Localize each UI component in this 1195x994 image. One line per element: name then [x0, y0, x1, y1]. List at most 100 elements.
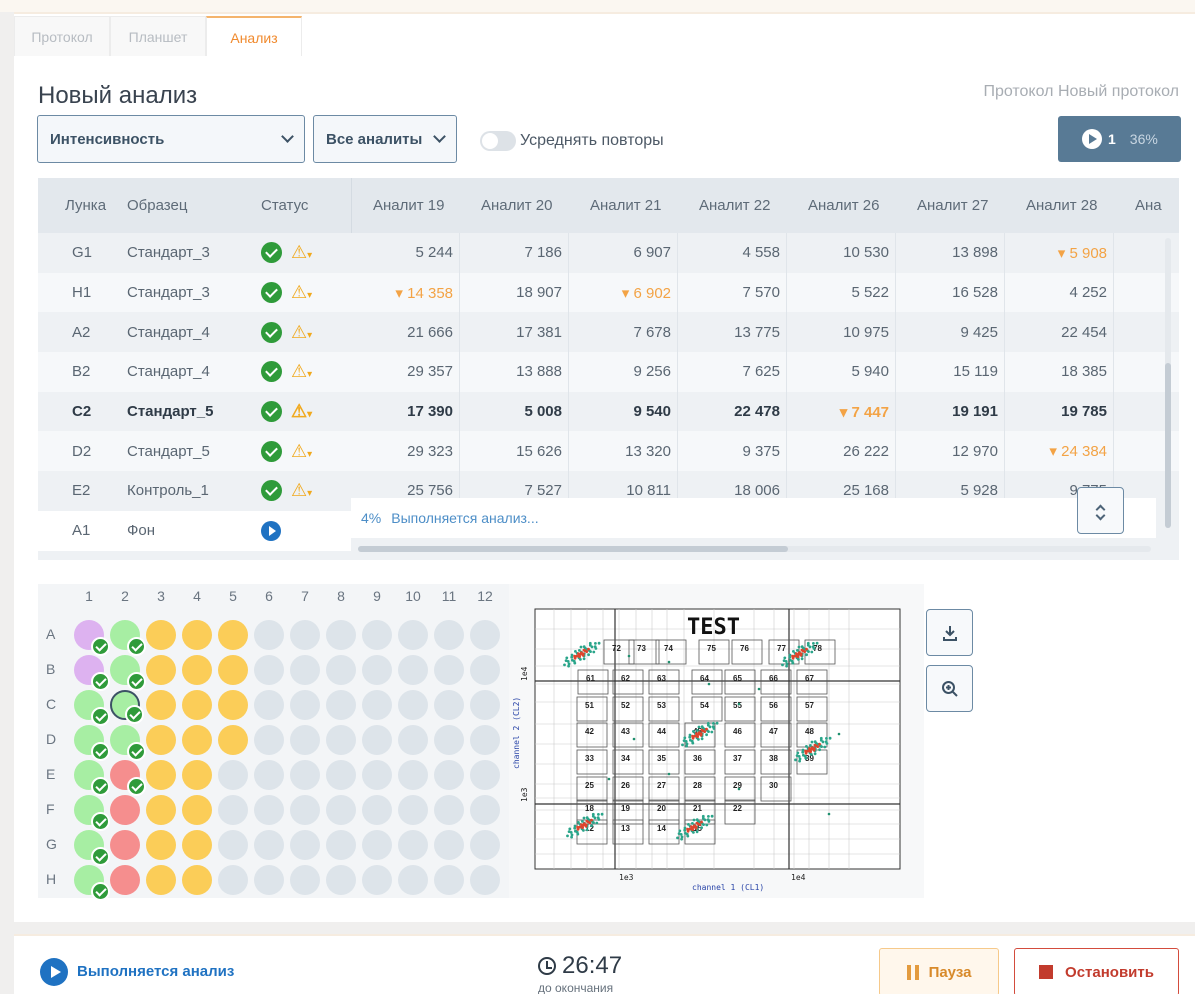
plate-well[interactable]: [326, 620, 356, 650]
col-header-analyte[interactable]: Аналит 28: [1005, 178, 1114, 233]
plate-well[interactable]: [182, 865, 212, 895]
col-header-analyte[interactable]: Аналит 22: [678, 178, 787, 233]
plate-well[interactable]: [146, 830, 176, 860]
analyte-select[interactable]: Все аналиты: [313, 115, 457, 163]
table-row-values[interactable]: 17 390 5 008 9 540 22 478 ▾ 7 447 19 191 19 78…: [351, 391, 1179, 432]
col-header-analyte[interactable]: Аналит 19: [351, 178, 460, 233]
plate-well[interactable]: [434, 795, 464, 825]
zoom-button[interactable]: [926, 665, 973, 712]
plate-well[interactable]: [182, 795, 212, 825]
plate-well[interactable]: [434, 620, 464, 650]
plate-row-label[interactable]: G: [46, 836, 57, 852]
tab-plate[interactable]: Планшет: [110, 16, 206, 56]
plate-well[interactable]: [362, 830, 392, 860]
plate-well[interactable]: [398, 690, 428, 720]
table-row[interactable]: G1 Стандарт_3 ⚠▾: [38, 233, 351, 273]
plate-well[interactable]: [218, 690, 248, 720]
plate-column-label[interactable]: 7: [287, 588, 323, 604]
horizontal-scrollbar[interactable]: [358, 546, 1151, 552]
plate-well[interactable]: [398, 795, 428, 825]
plate-well[interactable]: [182, 725, 212, 755]
plate-row-label[interactable]: B: [46, 661, 55, 677]
plate-well[interactable]: [326, 865, 356, 895]
table-row[interactable]: C2 Стандарт_5 ⚠▾: [38, 391, 351, 432]
plate-well[interactable]: [74, 690, 110, 726]
plate-well[interactable]: [110, 795, 140, 825]
plate-column-label[interactable]: 9: [359, 588, 395, 604]
plate-well[interactable]: [74, 795, 110, 831]
plate-column-label[interactable]: 3: [143, 588, 179, 604]
table-row-values[interactable]: 29 323 15 626 13 320 9 375 26 222 12 970 ▾ 24 …: [351, 431, 1179, 472]
plate-well[interactable]: [74, 760, 110, 796]
col-header-sample[interactable]: Образец: [111, 178, 245, 233]
run-queue-button[interactable]: 1 36%: [1058, 116, 1181, 162]
plate-well[interactable]: [218, 655, 248, 685]
plate-well[interactable]: [110, 725, 146, 761]
plate-well[interactable]: [146, 655, 176, 685]
col-header-well[interactable]: Лунка: [38, 178, 111, 233]
col-header-analyte[interactable]: Аналит 26: [787, 178, 896, 233]
plate-well[interactable]: [254, 795, 284, 825]
tab-protocol[interactable]: Протокол: [14, 16, 110, 56]
plate-row-label[interactable]: C: [46, 696, 56, 712]
table-row[interactable]: A2 Стандарт_4 ⚠▾: [38, 312, 351, 353]
plate-well[interactable]: [470, 690, 500, 720]
plate-well[interactable]: [110, 620, 146, 656]
plate-well[interactable]: [182, 690, 212, 720]
plate-well[interactable]: [254, 690, 284, 720]
stop-button[interactable]: Остановить: [1014, 948, 1179, 994]
plate-well[interactable]: [254, 830, 284, 860]
plate-well[interactable]: [182, 655, 212, 685]
plate-well[interactable]: [470, 655, 500, 685]
warning-icon[interactable]: ⚠▾: [291, 401, 312, 422]
plate-column-label[interactable]: 10: [395, 588, 431, 604]
plate-well[interactable]: [470, 795, 500, 825]
plate-well[interactable]: [218, 620, 248, 650]
table-row[interactable]: H1 Стандарт_3 ⚠▾: [38, 272, 351, 313]
plate-well[interactable]: [326, 655, 356, 685]
plate-well[interactable]: [146, 620, 176, 650]
plate-well[interactable]: [254, 865, 284, 895]
table-row-values[interactable]: ▾ 14 358 18 907 ▾ 6 902 7 570 5 522 16 528 4 2…: [351, 272, 1179, 313]
plate-well[interactable]: [110, 865, 140, 895]
plate-well[interactable]: [362, 655, 392, 685]
plate-well[interactable]: [146, 690, 176, 720]
plate-row-label[interactable]: E: [46, 766, 55, 782]
plate-well[interactable]: [110, 760, 146, 796]
plate-well[interactable]: [218, 760, 248, 790]
plate-well[interactable]: [470, 865, 500, 895]
plate-row-label[interactable]: F: [46, 801, 55, 817]
plate-well[interactable]: [182, 830, 212, 860]
warning-icon[interactable]: ⚠▾: [291, 282, 312, 303]
vertical-scrollbar[interactable]: [1165, 238, 1171, 528]
warning-icon[interactable]: ⚠▾: [291, 242, 312, 263]
plate-well[interactable]: [398, 760, 428, 790]
plate-well[interactable]: [434, 830, 464, 860]
col-header-analyte[interactable]: Аналит 21: [569, 178, 678, 233]
plate-row-label[interactable]: H: [46, 871, 56, 887]
plate-well[interactable]: [470, 760, 500, 790]
plate-column-label[interactable]: 2: [107, 588, 143, 604]
plate-well[interactable]: [434, 690, 464, 720]
warning-icon[interactable]: ⚠▾: [291, 322, 312, 343]
plate-well[interactable]: [110, 690, 144, 724]
col-header-analyte[interactable]: Аналит 27: [896, 178, 1005, 233]
plate-well[interactable]: [254, 655, 284, 685]
vertical-scroll-thumb[interactable]: [1165, 363, 1171, 528]
plate-well[interactable]: [218, 795, 248, 825]
plate-well[interactable]: [434, 655, 464, 685]
tab-analysis[interactable]: Анализ: [206, 16, 302, 56]
plate-well[interactable]: [362, 760, 392, 790]
table-row-running[interactable]: A1 Фон: [38, 510, 351, 551]
plate-well[interactable]: [470, 830, 500, 860]
plate-well[interactable]: [434, 725, 464, 755]
download-button[interactable]: [926, 609, 973, 656]
plate-well[interactable]: [434, 760, 464, 790]
pause-button[interactable]: Пауза: [879, 948, 999, 994]
plate-well[interactable]: [146, 760, 176, 790]
plate-well[interactable]: [74, 725, 110, 761]
col-header-analyte[interactable]: Аналит 20: [460, 178, 569, 233]
plate-well[interactable]: [362, 795, 392, 825]
average-toggle[interactable]: [480, 131, 516, 151]
warning-icon[interactable]: ⚠▾: [291, 361, 312, 382]
